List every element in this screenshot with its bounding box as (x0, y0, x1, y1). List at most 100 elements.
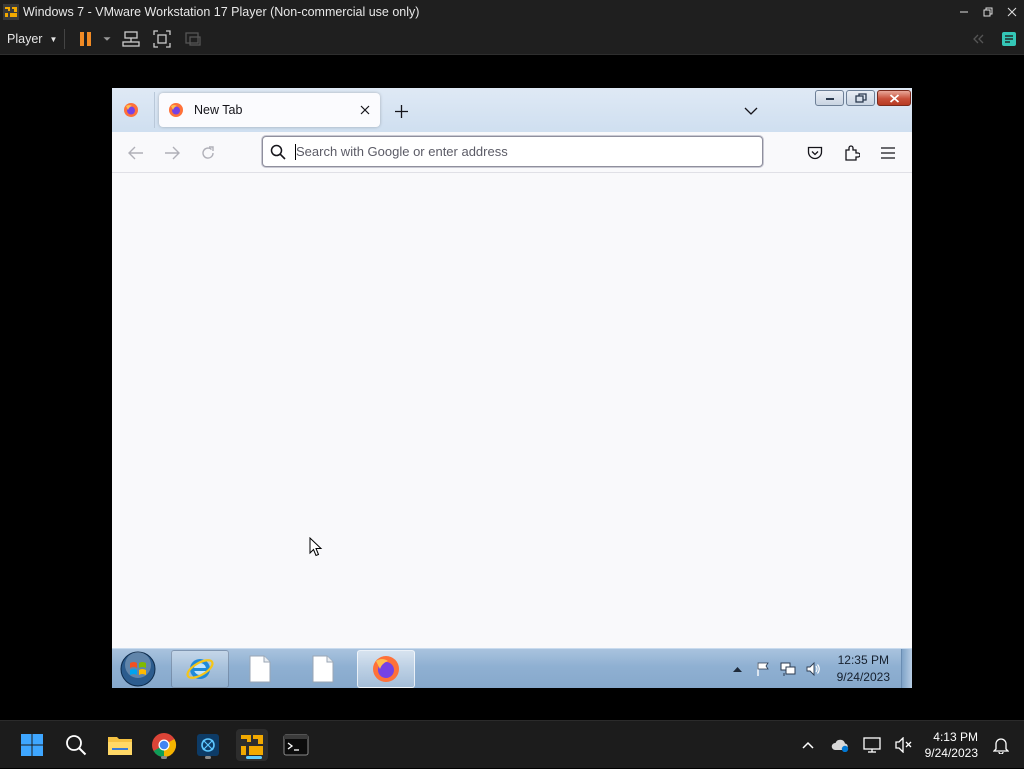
internet-explorer-icon (186, 659, 214, 679)
file-icon (249, 655, 271, 683)
double-chevron-left-icon (972, 34, 983, 44)
vmware-titlebar: Windows 7 - VMware Workstation 17 Player… (0, 0, 1024, 24)
collapse-toolbar-button[interactable] (962, 27, 993, 51)
close-button[interactable] (1000, 0, 1024, 24)
host-show-hidden-icons-button[interactable] (797, 734, 819, 756)
arrow-right-icon (165, 146, 180, 160)
pause-icon (80, 32, 91, 46)
tab-close-button[interactable] (355, 100, 375, 120)
chevron-down-icon (103, 37, 111, 41)
close-icon (360, 105, 370, 115)
tab-label: New Tab (194, 103, 243, 117)
host-app-dark[interactable] (192, 729, 224, 761)
win7-clock[interactable]: 12:35 PM 9/24/2023 (837, 652, 890, 686)
running-indicator (205, 756, 211, 759)
pocket-icon (807, 146, 823, 159)
win7-date: 9/24/2023 (836, 670, 890, 684)
network-button[interactable] (778, 659, 798, 679)
host-terminal[interactable] (280, 729, 312, 761)
win7-notification-area: 12:35 PM 9/24/2023 (723, 649, 890, 688)
pause-button[interactable] (73, 27, 99, 51)
firefox-restore-button[interactable] (846, 90, 875, 106)
reload-button[interactable] (197, 142, 219, 164)
library-button[interactable] (993, 27, 1024, 51)
host-taskbar: 4:13 PM 9/24/2023 (0, 720, 1024, 768)
forward-button[interactable] (161, 142, 183, 164)
speaker-muted-icon (894, 737, 912, 753)
cloud-icon (831, 739, 848, 752)
windows-logo-icon (21, 734, 43, 756)
running-indicator (161, 756, 167, 759)
window-title: Windows 7 - VMware Workstation 17 Player… (23, 5, 420, 19)
host-volume-button[interactable] (893, 734, 915, 756)
firefox-minimize-button[interactable] (815, 90, 844, 106)
search-icon (270, 144, 286, 160)
host-notifications-button[interactable] (990, 734, 1012, 756)
speaker-icon (806, 661, 820, 677)
firefox-view-icon[interactable] (123, 102, 139, 118)
win7-taskbar: 12:35 PM 9/24/2023 (112, 648, 912, 688)
vmware-logo-icon (241, 735, 263, 755)
player-menu[interactable]: Player ▼ (0, 32, 62, 46)
host-start-button[interactable] (16, 729, 48, 761)
unity-button[interactable] (177, 27, 208, 51)
taskbar-document-2[interactable] (294, 650, 352, 688)
minimize-icon (960, 11, 968, 13)
address-bar[interactable] (262, 136, 763, 167)
host-vmware-player[interactable] (236, 729, 268, 761)
full-screen-button[interactable] (146, 27, 177, 51)
file-icon (312, 655, 334, 683)
reload-icon (202, 146, 214, 159)
firefox-icon (169, 103, 183, 117)
vmware-logo-icon (3, 4, 19, 20)
win7-start-button[interactable] (118, 651, 158, 687)
chevron-up-icon (802, 741, 814, 749)
host-onedrive-button[interactable] (829, 734, 851, 756)
volume-button[interactable] (803, 659, 823, 679)
plus-icon (394, 104, 408, 118)
host-chrome[interactable] (148, 729, 180, 761)
guest-screen[interactable]: New Tab Search with Google or enter addr… (112, 88, 912, 688)
show-hidden-icons-button[interactable] (728, 659, 748, 679)
restore-button[interactable] (976, 0, 1000, 24)
firefox-close-button[interactable] (877, 90, 911, 106)
url-input[interactable] (296, 144, 736, 159)
restore-icon (983, 7, 993, 17)
search-icon (66, 735, 87, 756)
network-computer-icon (121, 31, 140, 47)
firefox-tab-strip: New Tab (112, 88, 912, 132)
host-time: 4:13 PM (933, 730, 978, 744)
toolbar-divider (64, 29, 65, 49)
extensions-button[interactable] (841, 142, 863, 164)
taskbar-internet-explorer[interactable] (171, 650, 229, 688)
page-content[interactable] (112, 173, 912, 648)
send-ctrl-alt-del-button[interactable] (115, 27, 146, 51)
close-icon (1007, 7, 1017, 17)
pause-dropdown-button[interactable] (99, 27, 115, 51)
taskbar-firefox[interactable] (357, 650, 415, 688)
app-menu-button[interactable] (877, 142, 899, 164)
back-button[interactable] (125, 142, 147, 164)
terminal-icon (283, 734, 309, 756)
list-all-tabs-button[interactable] (740, 100, 762, 122)
puzzle-piece-icon (845, 145, 860, 161)
windows-orb-icon (120, 651, 156, 687)
host-clock[interactable]: 4:13 PM 9/24/2023 (925, 729, 978, 761)
close-icon (889, 93, 899, 103)
win7-show-desktop-button[interactable] (901, 649, 912, 688)
action-center-button[interactable] (753, 659, 773, 679)
tab-new-tab[interactable]: New Tab (159, 93, 380, 127)
save-to-pocket-button[interactable] (804, 142, 826, 164)
restore-icon (854, 93, 867, 103)
player-menu-label: Player (7, 32, 43, 46)
active-indicator (246, 756, 262, 759)
minimize-button[interactable] (952, 0, 976, 24)
arrow-left-icon (128, 146, 143, 160)
new-tab-button[interactable] (390, 100, 412, 122)
taskbar-document-1[interactable] (231, 650, 289, 688)
win7-time: 12:35 PM (837, 653, 889, 667)
host-search-button[interactable] (60, 729, 92, 761)
host-file-explorer[interactable] (104, 729, 136, 761)
fullscreen-icon (152, 30, 171, 48)
host-network-button[interactable] (861, 734, 883, 756)
